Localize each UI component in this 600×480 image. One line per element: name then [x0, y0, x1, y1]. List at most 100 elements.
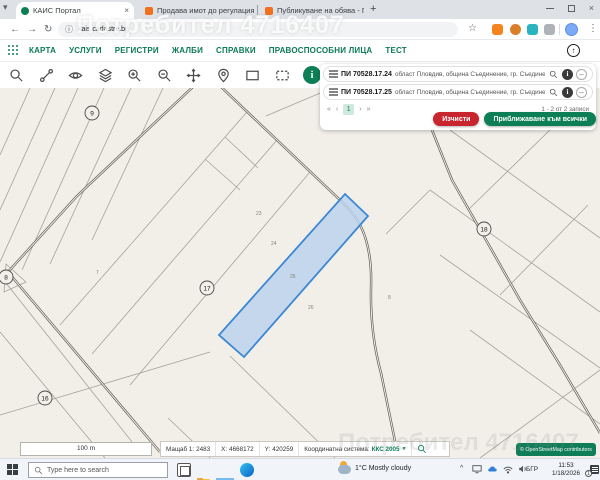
- search-icon: [34, 466, 43, 474]
- parcel-badge-17: 17: [203, 286, 211, 293]
- osm-attribution[interactable]: © OpenStreetMap contributors: [516, 443, 596, 456]
- window-minimize-button[interactable]: [545, 7, 554, 9]
- apps-grid-icon[interactable]: [8, 45, 19, 56]
- language-indicator[interactable]: БГР: [526, 466, 538, 473]
- back-icon[interactable]: ←: [10, 24, 20, 35]
- extension-icon[interactable]: [527, 24, 538, 35]
- tray-expand-icon[interactable]: ^: [460, 465, 463, 472]
- tab-kais-portal[interactable]: КАИС Портал ×: [16, 2, 134, 19]
- row-zoom-button[interactable]: [548, 69, 559, 80]
- tab-prodava-imot[interactable]: Продава имот до регулация : ×: [140, 2, 254, 19]
- url-omnibox[interactable]: ⓘ kais.cadastre.bg: [58, 22, 458, 37]
- metamask-extension-icon[interactable]: [492, 24, 503, 35]
- reload-icon[interactable]: ↻: [44, 24, 52, 35]
- tab-title: Продава имот до регулация :: [157, 6, 254, 15]
- search-placeholder: Type here to search: [47, 466, 109, 474]
- account-icon[interactable]: ↑: [567, 44, 580, 57]
- result-row-1[interactable]: ПИ 70528.17.24 област Пловдив, община Съ…: [323, 66, 593, 82]
- row-info-button[interactable]: i: [562, 68, 573, 80]
- extent-tool-button[interactable]: [274, 67, 291, 84]
- tab-publikuvane[interactable]: Публикуване на обява - Про.. ×: [260, 2, 364, 19]
- nav-item-zhalbi[interactable]: ЖАЛБИ: [172, 46, 203, 55]
- browser-address-bar: ← → ↻ ⓘ kais.cadastre.bg ☆ ⋮: [0, 19, 600, 40]
- taskbar-search-input[interactable]: Type here to search: [28, 462, 168, 478]
- nav-item-registri[interactable]: РЕГИСТРИ: [115, 46, 159, 55]
- map-pin-icon: [217, 68, 229, 82]
- forward-icon[interactable]: →: [27, 24, 37, 35]
- tab-close-icon[interactable]: ×: [124, 6, 129, 15]
- window-maximize-button[interactable]: [567, 4, 575, 12]
- tab-search-chevron-icon[interactable]: ▾: [3, 2, 8, 13]
- network-icon[interactable]: [503, 464, 513, 474]
- site-navbar: КАРТА УСЛУГИ РЕГИСТРИ ЖАЛБИ СПРАВКИ ПРАВ…: [0, 40, 600, 62]
- eye-icon: [68, 71, 83, 79]
- measure-tool-button[interactable]: [38, 67, 55, 84]
- cloud-icon: [338, 461, 351, 474]
- layers-icon: [98, 68, 112, 82]
- chevron-down-icon[interactable]: ▼: [402, 446, 407, 452]
- parcel-desc: област Пловдив, община Съединение, гр. С…: [394, 70, 545, 78]
- divider: [559, 24, 560, 35]
- search-tool-button[interactable]: [8, 67, 25, 84]
- imot-favicon: [145, 6, 153, 15]
- new-tab-button[interactable]: +: [370, 3, 376, 15]
- site-info-icon[interactable]: ⓘ: [65, 24, 73, 35]
- zoom-out-tool-button[interactable]: [156, 67, 173, 84]
- parcel-id: ПИ 70528.17.24: [341, 70, 392, 78]
- layers-tool-button[interactable]: [97, 67, 114, 84]
- crs-label: Координатна система:: [304, 445, 370, 453]
- onedrive-cloud-icon[interactable]: [487, 464, 498, 474]
- list-icon: [329, 70, 338, 78]
- search-icon: [549, 70, 558, 78]
- crs-selector[interactable]: ККС 2005: [372, 446, 400, 453]
- display-icon[interactable]: [472, 464, 482, 474]
- bookmark-star-icon[interactable]: ☆: [468, 23, 477, 34]
- screen: ▾ КАИС Портал × Продава имот до регулаци…: [0, 0, 600, 480]
- edge-icon[interactable]: [240, 463, 254, 477]
- visibility-tool-button[interactable]: [67, 67, 84, 84]
- taskbar-clock[interactable]: 11:53 1/18/2026: [545, 462, 587, 478]
- browser-tab-strip: ▾ КАИС Портал × Продава имот до регулаци…: [0, 0, 600, 19]
- y-coordinate: 420259: [272, 445, 294, 453]
- row-info-button[interactable]: i: [562, 86, 573, 98]
- crs-search-button[interactable]: [412, 442, 432, 456]
- nav-item-pravosposobni-litsa[interactable]: ПРАВОСПОСОБНИ ЛИЦА: [269, 46, 373, 55]
- svg-text:26: 26: [308, 305, 314, 311]
- scale-bar: 100 m: [20, 442, 152, 456]
- list-icon: [329, 88, 338, 96]
- info-tool-button-active[interactable]: i: [303, 66, 321, 84]
- nav-item-test[interactable]: ТЕСТ: [385, 46, 407, 55]
- svg-text:25: 25: [290, 274, 296, 280]
- browser-menu-icon[interactable]: ⋮: [588, 23, 598, 34]
- extension-icon[interactable]: [510, 24, 521, 35]
- rectangle-icon: [246, 70, 259, 80]
- start-button[interactable]: [7, 464, 19, 476]
- row-remove-button[interactable]: –: [576, 68, 587, 80]
- extensions-puzzle-icon[interactable]: [544, 24, 555, 35]
- zoom-in-tool-button[interactable]: [126, 67, 143, 84]
- parcel-badge-16: 16: [41, 396, 49, 403]
- measure-icon: [39, 68, 53, 82]
- parcel-id: ПИ 70528.17.25: [341, 88, 392, 96]
- zoom-in-icon: [128, 68, 141, 82]
- pan-tool-button[interactable]: [185, 67, 202, 84]
- weather-text: 1°C Mostly cloudy: [355, 464, 412, 472]
- zoom-to-all-button[interactable]: Приближаване към всички: [484, 112, 596, 126]
- x-label: X:: [221, 445, 228, 453]
- row-remove-button[interactable]: –: [576, 86, 587, 98]
- nav-item-uslugi[interactable]: УСЛУГИ: [69, 46, 102, 55]
- map-canvas[interactable]: 9 17 18 8 16 23 24 25 26 7 8: [0, 83, 600, 459]
- window-close-button[interactable]: ×: [589, 3, 594, 13]
- nav-item-karta[interactable]: КАРТА: [29, 46, 56, 55]
- result-row-2[interactable]: ПИ 70528.17.25 област Пловдив, община Съ…: [323, 84, 593, 100]
- clear-button[interactable]: Изчисти: [433, 112, 480, 126]
- location-tool-button[interactable]: [215, 67, 232, 84]
- task-view-button[interactable]: [177, 463, 191, 477]
- tab-title: КАИС Портал: [33, 6, 81, 15]
- weather-widget[interactable]: 1°C Mostly cloudy: [338, 461, 412, 474]
- profile-avatar[interactable]: [565, 23, 578, 36]
- nav-item-spravki[interactable]: СПРАВКИ: [216, 46, 256, 55]
- rectangle-dashed-icon: [275, 70, 289, 80]
- row-zoom-button[interactable]: [548, 87, 559, 98]
- rect-select-tool-button[interactable]: [244, 67, 261, 84]
